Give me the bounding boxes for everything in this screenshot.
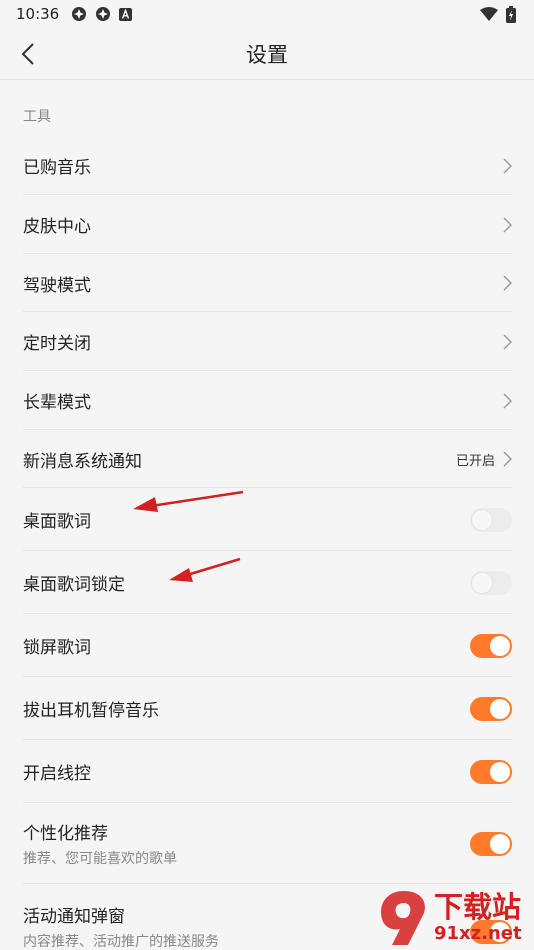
chevron-right-icon xyxy=(503,217,512,232)
row-right xyxy=(503,217,512,233)
row-sublabel: 推荐、您可能喜欢的歌单 xyxy=(23,851,177,867)
row-right xyxy=(470,507,512,532)
row-texts: 个性化推荐 推荐、您可能喜欢的歌单 xyxy=(23,819,177,868)
back-button[interactable] xyxy=(12,38,44,70)
row-right xyxy=(470,831,512,856)
annotation-arrow-desktop-lyrics-lock xyxy=(169,557,241,582)
watermark-text-block: 下载站 91xz.net xyxy=(434,891,522,945)
watermark-logo-icon xyxy=(380,890,425,945)
settings-row-purchased-music[interactable]: 已购音乐 xyxy=(0,136,534,195)
app-notification-icon xyxy=(96,7,111,21)
watermark-logo-text: 下载站 xyxy=(434,889,522,924)
chevron-right-icon xyxy=(503,393,512,408)
watermark-url-text: 91xz.net xyxy=(434,922,522,944)
chevron-right-icon xyxy=(503,158,512,173)
wire-control-toggle[interactable] xyxy=(470,759,512,784)
settings-row-skin-center[interactable]: 皮肤中心 xyxy=(0,195,534,254)
settings-row-desktop-lyrics: 桌面歌词 xyxy=(0,488,534,551)
row-right: 已开启 xyxy=(456,450,512,469)
row-right xyxy=(503,393,512,409)
row-label: 已购音乐 xyxy=(23,158,91,178)
wifi-icon xyxy=(480,7,498,21)
settings-row-unplug-pause: 拔出耳机暂停音乐 xyxy=(0,677,534,740)
row-label: 开启线控 xyxy=(23,764,91,784)
row-right xyxy=(503,158,512,174)
row-right xyxy=(470,570,512,595)
personalized-recommendation-toggle[interactable] xyxy=(470,831,512,856)
row-label: 驾驶模式 xyxy=(23,275,91,296)
toggle-knob xyxy=(490,761,510,782)
watermark: 下载站 91xz.net xyxy=(372,885,534,950)
settings-row-desktop-lyrics-lock: 桌面歌词锁定 xyxy=(0,551,534,614)
row-label: 桌面歌词 xyxy=(23,512,91,532)
notification-status-value: 已开启 xyxy=(455,453,495,469)
settings-row-message-notification[interactable]: 新消息系统通知 已开启 xyxy=(0,430,534,488)
battery-icon xyxy=(506,5,516,23)
status-time: 10:36 xyxy=(16,5,60,23)
settings-row-driving-mode[interactable]: 驾驶模式 xyxy=(0,254,534,312)
toggle-knob xyxy=(472,572,492,593)
row-label: 桌面歌词锁定 xyxy=(23,575,125,595)
row-sublabel: 内容推荐、活动推广的推送服务 xyxy=(23,934,219,950)
row-right xyxy=(470,633,512,658)
unplug-pause-toggle[interactable] xyxy=(470,696,512,721)
toggle-knob xyxy=(490,635,510,656)
lockscreen-lyrics-toggle[interactable] xyxy=(470,633,512,658)
chevron-right-icon xyxy=(503,451,512,467)
page-title: 设置 xyxy=(246,42,288,67)
row-label: 拔出耳机暂停音乐 xyxy=(23,701,159,721)
status-bar: 10:36 xyxy=(0,0,534,28)
settings-row-sleep-timer[interactable]: 定时关闭 xyxy=(0,312,534,371)
nav-bar: 设置 xyxy=(0,28,534,80)
row-right xyxy=(503,334,512,350)
settings-row-elder-mode[interactable]: 长辈模式 xyxy=(0,371,534,430)
toggle-knob xyxy=(472,509,492,530)
a-badge-icon xyxy=(119,7,133,21)
desktop-lyrics-toggle[interactable] xyxy=(470,507,512,532)
chevron-left-icon xyxy=(21,43,34,65)
row-texts: 活动通知弹窗 内容推荐、活动推广的推送服务 xyxy=(23,902,219,950)
row-label: 新消息系统通知 xyxy=(23,451,142,472)
section-header: 工具 xyxy=(23,109,51,125)
row-right xyxy=(470,759,512,784)
row-right xyxy=(503,275,512,291)
desktop-lyrics-lock-toggle[interactable] xyxy=(470,570,512,595)
row-label: 活动通知弹窗 xyxy=(23,907,125,927)
row-label: 皮肤中心 xyxy=(23,217,91,237)
row-label: 个性化推荐 xyxy=(23,824,108,844)
row-right xyxy=(470,696,512,721)
settings-row-personalized-recommendation: 个性化推荐 推荐、您可能喜欢的歌单 xyxy=(0,803,534,884)
status-icons-right xyxy=(480,5,516,23)
row-label: 长辈模式 xyxy=(23,393,91,413)
app-notification-icon xyxy=(72,7,87,21)
row-label: 锁屏歌词 xyxy=(23,638,91,658)
chevron-right-icon xyxy=(503,275,512,291)
annotation-arrow-desktop-lyrics xyxy=(133,490,244,512)
settings-row-wire-control: 开启线控 xyxy=(0,740,534,803)
settings-row-lockscreen-lyrics: 锁屏歌词 xyxy=(0,614,534,677)
toggle-knob xyxy=(490,698,510,719)
chevron-right-icon xyxy=(503,334,512,349)
status-icons-left xyxy=(71,6,133,22)
toggle-knob xyxy=(490,833,510,854)
row-label: 定时关闭 xyxy=(23,334,91,354)
